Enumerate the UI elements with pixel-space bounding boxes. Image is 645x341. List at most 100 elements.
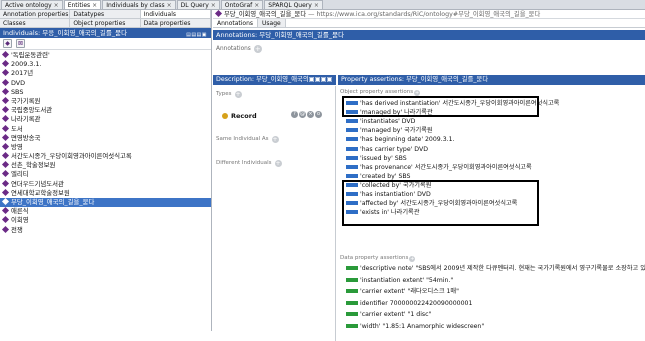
add-individual-icon[interactable]: ◆ bbox=[3, 39, 12, 48]
list-item[interactable]: 서간도시종가_우당이회영과아이른여섯식고록 bbox=[0, 152, 211, 161]
tab-individuals[interactable]: Individuals bbox=[140, 10, 211, 18]
object-property-row[interactable]: 'issued by' SBS bbox=[346, 154, 407, 163]
data-property-row[interactable]: 'carrier extent' "1 disc" bbox=[346, 310, 431, 319]
tab-label: SPARQL Query bbox=[268, 2, 312, 9]
object-property-row[interactable]: 'instantiates' DVD bbox=[346, 117, 415, 126]
list-item[interactable]: 국립중앙도서관 bbox=[0, 106, 211, 115]
individual-icon bbox=[1, 161, 10, 169]
view-controls-icon[interactable]: ▤▤▤▣ bbox=[186, 30, 207, 40]
data-property-row[interactable]: 'width' "1.85:1 Anamorphic widescreen" bbox=[346, 322, 484, 331]
individual-icon bbox=[1, 124, 10, 132]
list-item[interactable]: 나라기록관 bbox=[0, 115, 211, 124]
list-item[interactable]: 면영방송국 bbox=[0, 133, 211, 143]
list-item[interactable]: DVD bbox=[0, 78, 211, 88]
list-item[interactable]: 연더우드기념도서관 bbox=[0, 179, 211, 189]
tab-datatypes[interactable]: Datatypes bbox=[70, 10, 141, 18]
individuals-list: '독립운동관련' 2009.3.1. 2017년 DVD SBS 국가기록원 국립중앙도서관… bbox=[0, 50, 211, 235]
object-property-row[interactable]: 'managed by' 국가기록원 bbox=[346, 126, 433, 135]
object-property-label: Object property assertions bbox=[340, 89, 414, 95]
individual-icon bbox=[1, 179, 10, 187]
close-icon[interactable]: × bbox=[54, 2, 59, 9]
property-assertions-header: Property assertions: 무당_이회영_애국의_길를_묻다 bbox=[338, 75, 645, 85]
object-property-row[interactable]: 'managed by' 나라기록관 bbox=[346, 108, 433, 117]
object-property-row[interactable]: 'has instantiation' DVD bbox=[346, 190, 431, 199]
list-item[interactable]: 도서 bbox=[0, 124, 211, 134]
object-property-value: 'managed by' 나라기록관 bbox=[360, 109, 433, 117]
object-property-row[interactable]: 'has beginning date' 2009.3.1. bbox=[346, 135, 455, 144]
tab-data-properties[interactable]: Data properties bbox=[140, 19, 211, 27]
object-property-row[interactable]: 'exists in' 나라기록관 bbox=[346, 208, 419, 217]
object-property-section: Object property assertions + bbox=[340, 89, 421, 96]
tab-ontograf[interactable]: OntoGraf × bbox=[220, 0, 264, 9]
explain-icon[interactable]: ? bbox=[291, 111, 298, 118]
add-type-icon[interactable]: + bbox=[234, 91, 242, 98]
list-item[interactable]: 애른식 bbox=[0, 207, 211, 216]
data-property-row[interactable]: 'carrier extent' "래다오디스크 1매" bbox=[346, 287, 459, 296]
list-item[interactable]: 국가기록원 bbox=[0, 96, 211, 106]
individual-icon bbox=[1, 133, 10, 141]
tab-annotations[interactable]: Annotations bbox=[213, 19, 259, 27]
tab-active-ontology[interactable]: Active ontology × bbox=[1, 0, 63, 9]
delete-icon[interactable]: × bbox=[307, 111, 314, 118]
list-item[interactable]: 연세대학교학술정보원 bbox=[0, 188, 211, 198]
tab-usage[interactable]: Usage bbox=[258, 19, 286, 27]
list-item[interactable]: 이회영 bbox=[0, 216, 211, 225]
object-property-icon bbox=[346, 210, 358, 215]
object-property-icon bbox=[346, 164, 358, 169]
add-data-property-icon[interactable]: + bbox=[409, 256, 416, 262]
close-icon[interactable]: × bbox=[254, 2, 259, 9]
object-property-row[interactable]: 'created by' SBS bbox=[346, 172, 411, 181]
close-icon[interactable]: × bbox=[92, 2, 97, 9]
list-item[interactable]: 방영 bbox=[0, 142, 211, 152]
add-annotation-icon[interactable]: + bbox=[253, 45, 262, 53]
edit-icon[interactable]: o bbox=[315, 111, 322, 118]
object-property-icon bbox=[346, 182, 358, 187]
list-item[interactable]: 2009.3.1. bbox=[0, 60, 211, 69]
object-property-icon bbox=[346, 155, 358, 160]
tab-label: DL Query bbox=[180, 2, 209, 9]
list-item[interactable]: 전쟁 bbox=[0, 225, 211, 235]
tab-classes[interactable]: Classes bbox=[0, 19, 71, 27]
tab-dl-query[interactable]: DL Query × bbox=[176, 0, 220, 9]
list-item[interactable]: SBS bbox=[0, 87, 211, 97]
tab-sparql-query[interactable]: SPARQL Query × bbox=[264, 0, 323, 9]
add-different-individual-icon[interactable]: + bbox=[274, 160, 282, 167]
delete-individual-icon[interactable]: ⊠ bbox=[16, 39, 25, 48]
list-item[interactable]: 2017년 bbox=[0, 69, 211, 78]
individual-icon bbox=[1, 106, 10, 114]
list-item[interactable]: 선촌_학술정보원 bbox=[0, 161, 211, 170]
list-item[interactable]: 무당_이회영_애국의_길을_묻다 bbox=[0, 197, 211, 208]
entities-left-panel: Annotation properties Datatypes Individu… bbox=[0, 10, 212, 331]
list-item-label: 방영 bbox=[11, 142, 23, 151]
description-panel: Types + Record ? @ × o Same Individual As… bbox=[213, 86, 336, 341]
data-property-row[interactable]: identifier 700000022420090000001 bbox=[346, 299, 472, 308]
object-property-row[interactable]: 'affected by' 서간도시종가_우당이회영과아이른여섯식고록 bbox=[346, 199, 517, 208]
list-item-label: 애른식 bbox=[11, 207, 29, 216]
close-icon[interactable]: × bbox=[167, 2, 172, 9]
class-icon bbox=[222, 113, 228, 119]
data-property-row[interactable]: 'instantiation extent' "54min." bbox=[346, 276, 453, 285]
tab-entities[interactable]: Entities × bbox=[63, 0, 102, 9]
list-item[interactable]: '독립운동관련' bbox=[0, 50, 211, 60]
object-property-row[interactable]: 'has carrier type' DVD bbox=[346, 145, 428, 154]
object-property-icon bbox=[346, 146, 358, 151]
different-individuals-label: Different Individuals bbox=[216, 160, 272, 166]
add-same-individual-icon[interactable]: + bbox=[271, 136, 279, 143]
list-item[interactable]: 엘리티 bbox=[0, 170, 211, 179]
individual-icon bbox=[1, 197, 10, 206]
close-icon[interactable]: × bbox=[314, 2, 319, 9]
close-icon[interactable]: × bbox=[211, 2, 216, 9]
object-property-row[interactable]: 'has derived instantiation' 서간도시종가_우당이회영… bbox=[346, 99, 559, 108]
annotations-body: Annotations + bbox=[213, 40, 645, 74]
data-property-label: Data property assertions bbox=[340, 255, 409, 261]
tab-annotation-properties[interactable]: Annotation properties bbox=[0, 10, 71, 18]
tab-label: OntoGraf bbox=[224, 2, 253, 9]
tab-individuals-by-class[interactable]: Individuals by class × bbox=[102, 0, 176, 9]
type-record[interactable]: Record bbox=[222, 112, 257, 120]
object-property-row[interactable]: 'has provenance' 서간도시종가_우당이회영과아이른여섯식고록 bbox=[346, 163, 532, 172]
data-property-row[interactable]: 'descriptive note' "SBS에서 2009년 제작한 다큐멘터… bbox=[346, 264, 645, 273]
tab-object-properties[interactable]: Object properties bbox=[70, 19, 141, 27]
object-property-row[interactable]: 'collected by' 국가기록원 bbox=[346, 181, 431, 190]
annotations-header: Annotations: 무당_이회영_애국의_길를_묻다 bbox=[213, 30, 645, 40]
annotate-icon[interactable]: @ bbox=[299, 111, 306, 118]
